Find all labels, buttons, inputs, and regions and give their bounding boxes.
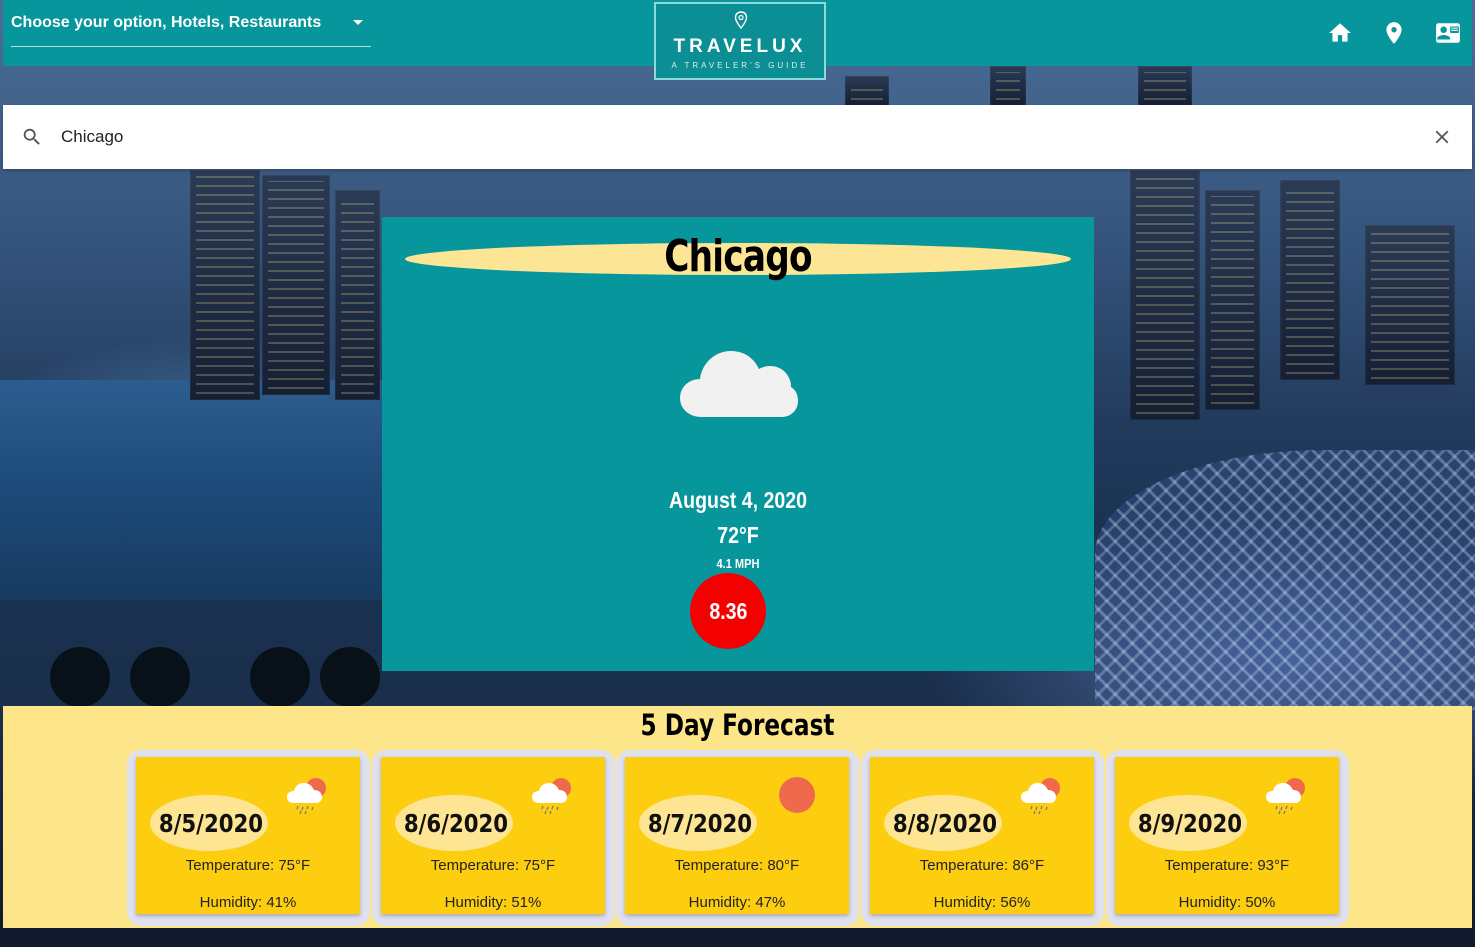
forecast-humidity: Humidity: 51%: [444, 894, 542, 911]
forecast-card: 8/6/2020 Temperature: 75°F Humidity: 51%: [372, 750, 615, 926]
uv-index-badge: 8.36: [690, 573, 766, 649]
forecast-card: 8/5/2020 Temperature: 75°F Humidity: 41%: [127, 750, 370, 926]
forecast-card: 8/7/2020 Temperature: 80°F Humidity: 47%: [616, 750, 859, 926]
rain-icon: [532, 778, 571, 815]
forecast-date-highlight: 8/7/2020: [639, 795, 757, 851]
forecast-humidity: Humidity: 41%: [199, 894, 297, 911]
rain-icon: [1021, 778, 1060, 815]
map-pin-icon[interactable]: [1381, 20, 1407, 46]
chevron-down-icon: [353, 20, 363, 25]
forecast-section: 5 Day Forecast 8/5/2020 Temperature: 75°…: [3, 706, 1472, 928]
current-temperature: 72°F: [717, 522, 759, 548]
rain-icon: [1266, 778, 1305, 815]
forecast-card: 8/8/2020 Temperature: 86°F Humidity: 56%: [861, 750, 1104, 926]
forecast-date-highlight: 8/9/2020: [1129, 795, 1247, 851]
uv-index-value: 8.36: [708, 598, 748, 624]
search-bar: [3, 105, 1472, 169]
sun-icon: [779, 777, 815, 813]
logo-title: TRAVELUX: [673, 36, 807, 57]
forecast-title: 5 Day Forecast: [640, 708, 835, 742]
close-icon[interactable]: [1431, 126, 1453, 148]
city-name: Chicago: [664, 231, 812, 282]
rain-icon: [287, 778, 326, 815]
current-date: August 4, 2020: [669, 487, 807, 513]
current-weather-card: Chicago August 4, 2020 72°F 4.1 MPH 8.36: [382, 217, 1094, 671]
forecast-temperature: Temperature: 93°F: [1164, 857, 1290, 874]
wind-speed: 4.1 MPH: [716, 556, 760, 571]
top-navbar: Choose your option, Hotels, Restaurants …: [3, 0, 1472, 80]
forecast-date-highlight: 8/5/2020: [150, 795, 268, 851]
location-pin-icon: [734, 11, 748, 29]
search-input[interactable]: [61, 123, 1361, 151]
forecast-date: 8/7/2020: [647, 809, 753, 838]
option-select[interactable]: Choose your option, Hotels, Restaurants: [11, 0, 371, 47]
forecast-temperature: Temperature: 75°F: [430, 857, 556, 874]
forecast-humidity: Humidity: 50%: [1178, 894, 1276, 911]
forecast-humidity: Humidity: 47%: [688, 894, 786, 911]
forecast-date: 8/6/2020: [403, 809, 509, 838]
forecast-temperature: Temperature: 80°F: [674, 857, 800, 874]
forecast-date: 8/5/2020: [158, 809, 264, 838]
forecast-date: 8/8/2020: [892, 809, 998, 838]
forecast-humidity: Humidity: 56%: [933, 894, 1031, 911]
cloud-icon: [680, 351, 798, 417]
forecast-card: 8/9/2020 Temperature: 93°F Humidity: 50%: [1106, 750, 1349, 926]
forecast-date-highlight: 8/6/2020: [395, 795, 513, 851]
home-icon[interactable]: [1327, 20, 1353, 46]
forecast-date: 8/9/2020: [1137, 809, 1243, 838]
forecast-date-highlight: 8/8/2020: [884, 795, 1002, 851]
search-icon[interactable]: [21, 126, 43, 148]
forecast-temperature: Temperature: 75°F: [185, 857, 311, 874]
option-select-value: Choose your option, Hotels, Restaurants: [11, 14, 322, 31]
travelux-logo[interactable]: TRAVELUX A TRAVELER'S GUIDE: [654, 2, 826, 80]
contact-card-icon[interactable]: [1435, 20, 1461, 46]
logo-subtitle: A TRAVELER'S GUIDE: [671, 61, 809, 70]
forecast-temperature: Temperature: 86°F: [919, 857, 1045, 874]
